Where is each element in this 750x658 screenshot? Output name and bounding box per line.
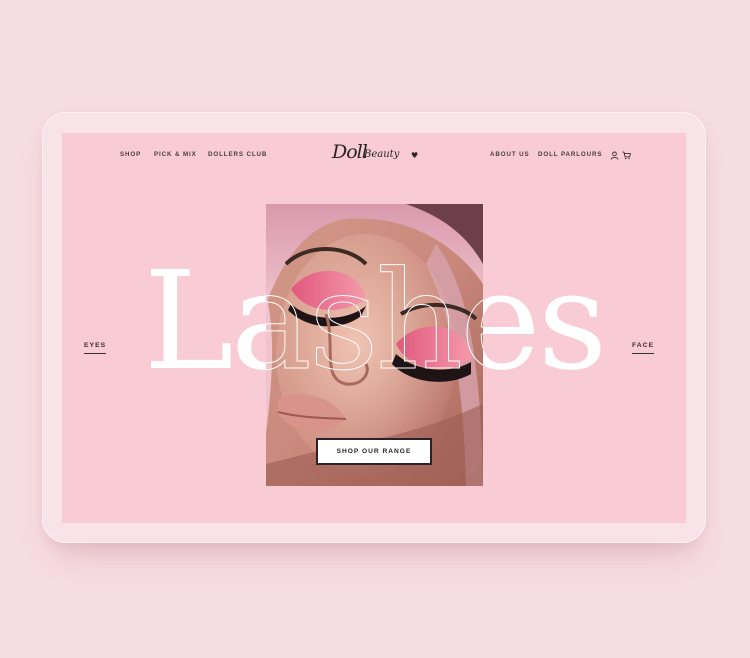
cart-icon[interactable]: [622, 151, 631, 160]
category-link-face[interactable]: FACE: [632, 342, 655, 354]
brand-logo[interactable]: Doll Beauty ♥: [330, 139, 422, 169]
logo-doll-text: Doll: [332, 141, 368, 163]
nav-link-shop[interactable]: SHOP: [120, 151, 141, 158]
top-navigation: SHOP PICK & MIX DOLLERS CLUB Doll Beauty…: [62, 133, 686, 178]
nav-link-doll-parlours[interactable]: DOLL PARLOURS: [538, 151, 602, 158]
user-icon[interactable]: [610, 151, 619, 160]
shop-our-range-button[interactable]: SHOP OUR RANGE: [316, 438, 432, 465]
category-link-eyes[interactable]: EYES: [84, 342, 107, 354]
logo-beauty-text: Beauty: [364, 149, 400, 160]
nav-link-dollers-club[interactable]: DOLLERS CLUB: [208, 151, 267, 158]
heart-icon: ♥: [411, 151, 419, 160]
website-screen: SHOP PICK & MIX DOLLERS CLUB Doll Beauty…: [62, 133, 686, 523]
nav-link-pick-mix[interactable]: PICK & MIX: [154, 151, 197, 158]
hero-word-outline-overlay: Lashes: [266, 243, 483, 401]
nav-link-about-us[interactable]: ABOUT US: [490, 151, 530, 158]
